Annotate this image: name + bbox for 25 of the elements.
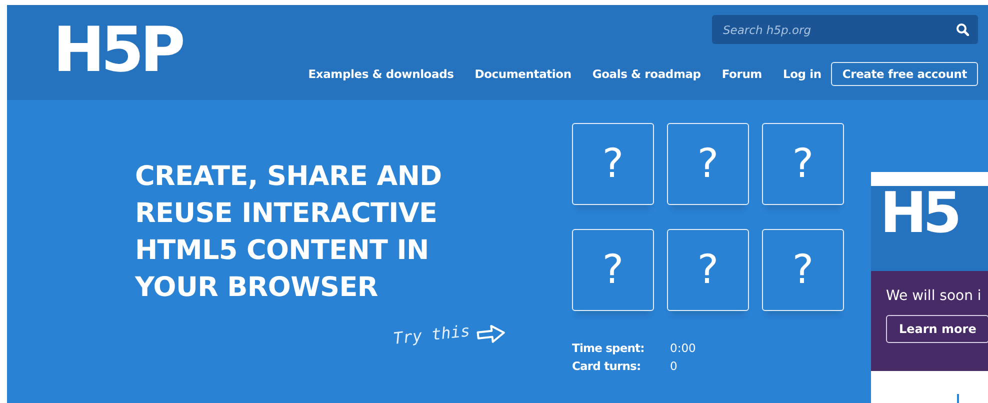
memory-card[interactable]: ? [572, 123, 654, 205]
stat-value: 0:00 [670, 341, 697, 355]
memory-card[interactable]: ? [762, 229, 844, 311]
stat-label: Card turns: [572, 359, 642, 373]
nav-link[interactable]: Documentation [474, 67, 572, 81]
try-this-label: Try this [392, 320, 471, 348]
h5p-logo: H5 [880, 186, 959, 242]
arrow-icon [475, 322, 508, 346]
nav-link[interactable]: Forum [722, 67, 762, 81]
nav-link[interactable]: Examples & downloads [308, 67, 454, 81]
nav-link[interactable]: Log in [782, 67, 822, 81]
popup-message: We will soon i [886, 288, 982, 304]
stat-label: Time spent: [572, 341, 646, 355]
memory-card[interactable]: ? [667, 229, 749, 311]
create-account-button[interactable]: Create free account [831, 62, 978, 86]
memory-card[interactable]: ? [667, 123, 749, 205]
stat-value: 0 [670, 359, 678, 373]
learn-more-button[interactable]: Learn more [886, 315, 988, 343]
h5p-logo[interactable]: H5P [53, 19, 182, 83]
nav-link[interactable]: Goals & roadmap [592, 67, 701, 81]
search-icon[interactable] [956, 23, 969, 36]
hero-headline: CREATE, SHARE AND REUSE INTERACTIVE HTML5 CONTENT IN YOUR BROWSER [135, 160, 443, 305]
search-field[interactable]: Search h5p.org [712, 15, 978, 44]
memory-card[interactable]: ? [572, 229, 654, 311]
memory-card[interactable]: ? [762, 123, 844, 205]
